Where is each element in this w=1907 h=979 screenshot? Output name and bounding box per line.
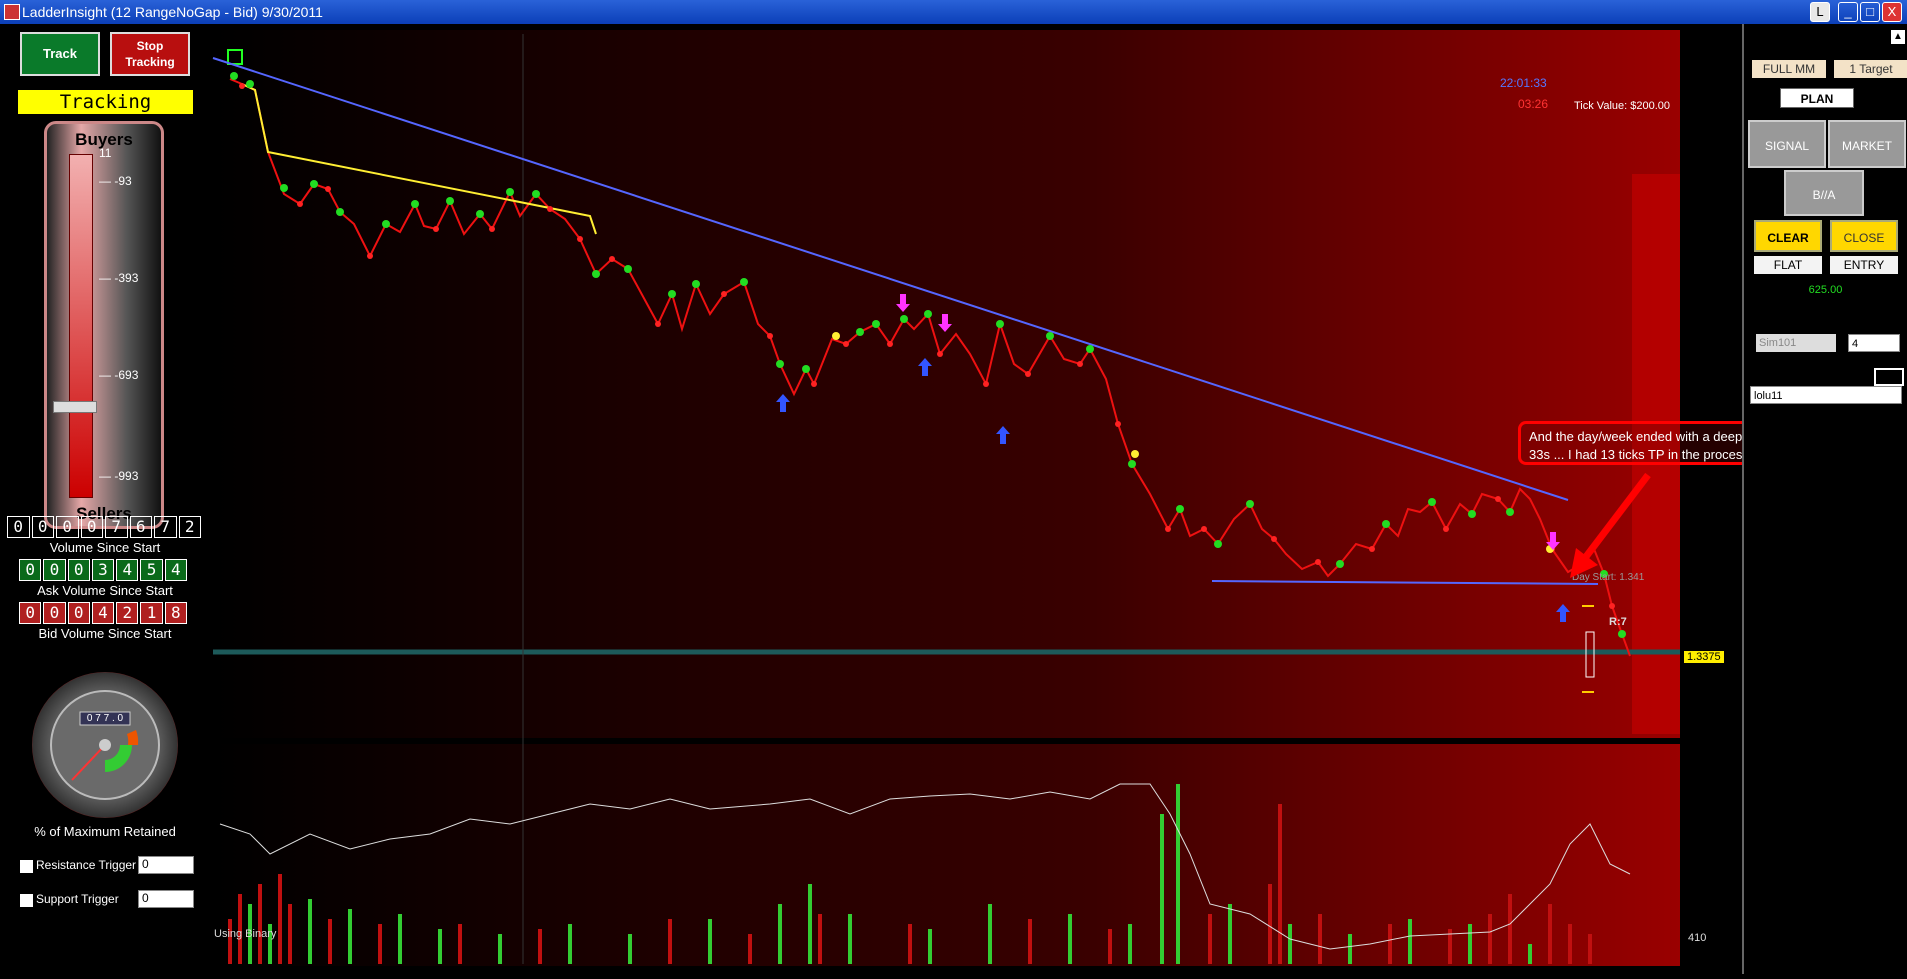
one-target-button[interactable]: 1 Target [1834,60,1907,78]
digit: 0 [56,516,79,538]
pnl-label: 625.00 [1808,284,1843,296]
app-icon [4,4,20,20]
maximize-button[interactable]: □ [1860,2,1880,22]
using-binary-label: Using Binary [214,928,277,940]
gauge-bar [69,154,93,498]
volume-scale-label: 410 [1688,932,1707,944]
minimize-button[interactable]: _ [1838,2,1858,22]
digit: 0 [7,516,30,538]
countdown-label: 03:26 [1518,97,1549,111]
retained-dial: 0 7 7 . 0 [32,672,178,818]
buyers-sellers-gauge: Buyers 11 — -93 — -393 — -693 — -993 Sel… [44,121,164,529]
clear-button[interactable]: CLEAR [1754,220,1822,252]
signal-button[interactable]: SIGNAL [1748,120,1826,168]
close-window-button[interactable]: X [1882,2,1902,22]
bid-volume-caption: Bid Volume Since Start [38,626,172,641]
l-button[interactable]: L [1810,2,1830,22]
stop-tracking-button[interactable]: Stop Tracking [110,32,190,76]
price-panel [213,30,1680,738]
digit: 0 [31,516,54,538]
dial-readout: 0 7 7 . 0 [86,713,124,724]
digit: 4 [91,602,115,624]
window-title: LadderInsight (12 RangeNoGap - Bid) 9/30… [22,4,323,20]
instrument-select[interactable]: lolu11 [1750,386,1902,404]
gauge-tick: — -993 [99,469,139,483]
bid-volume-counter: 0004218 [18,602,188,624]
digit: 8 [164,602,187,624]
clock-label: 22:01:33 [1500,76,1547,90]
price-chart [212,30,1680,966]
digit: 1 [140,602,163,624]
quantity-stepper[interactable]: 4 [1848,334,1900,352]
window-titlebar: LadderInsight (12 RangeNoGap - Bid) 9/30… [0,0,1907,24]
flat-button[interactable]: FLAT [1754,256,1822,274]
volume-panel [213,744,1680,966]
tick-value-label: Tick Value: $200.00 [1574,100,1671,112]
full-mm-button[interactable]: FULL MM [1752,60,1826,78]
chart-area: 22:01:33 03:26 Tick Value: $200.00 Day S… [210,24,1742,974]
dial-face [50,690,160,800]
digit: 6 [129,516,152,538]
window-toggle-icon[interactable] [1874,368,1904,386]
current-price-label: 1.3375 [1684,651,1724,663]
right-panel: ▲ FULL MM 1 Target PLAN SIGNAL MARKET B/… [1742,24,1907,974]
tracking-status: Tracking [18,90,193,114]
digit: 7 [105,516,128,538]
ask-volume-counter: 0003454 [18,559,188,581]
volume-caption: Volume Since Start [49,540,161,555]
digit: 7 [154,516,177,538]
resistance-trigger-input[interactable]: 0 [138,856,194,874]
gauge-tick: — -693 [99,368,139,382]
bva-button[interactable]: B//A [1784,170,1864,216]
digit: 4 [164,559,187,581]
digit: 5 [140,559,163,581]
digit: 4 [116,559,139,581]
digit: 2 [178,516,201,538]
gauge-slider-handle[interactable] [53,401,97,413]
gauge-tick: — -93 [99,174,132,188]
rank-label: R:7 [1609,616,1627,628]
support-trigger-checkbox[interactable] [20,894,33,907]
digit: 0 [19,559,42,581]
digit: 0 [43,602,66,624]
ask-volume-caption: Ask Volume Since Start [37,583,173,598]
close-position-button[interactable]: CLOSE [1830,220,1898,252]
digit: 0 [67,559,90,581]
digit: 0 [67,602,90,624]
plan-button[interactable]: PLAN [1780,88,1854,108]
track-button[interactable]: Track [20,32,100,76]
digit: 0 [19,602,42,624]
support-trigger-label: Support Trigger [36,892,119,906]
digit: 0 [43,559,66,581]
digit: 3 [91,559,115,581]
entry-button[interactable]: ENTRY [1830,256,1898,274]
annotation-arrow-icon [1570,472,1651,578]
scroll-up-icon[interactable]: ▲ [1891,30,1905,44]
dial-caption: % of Maximum Retained [34,824,176,839]
gauge-tick: — -393 [99,271,139,285]
resistance-trigger-checkbox[interactable] [20,860,33,873]
account-select[interactable]: Sim101 [1756,334,1836,352]
market-button[interactable]: MARKET [1828,120,1906,168]
digit: 0 [80,516,103,538]
gauge-tick: 11 [99,146,112,160]
digit: 2 [116,602,139,624]
support-trigger-input[interactable]: 0 [138,890,194,908]
volume-counter: 00007672 [6,516,202,538]
resistance-trigger-label: Resistance Trigger [36,858,137,872]
left-panel: Track Stop Tracking Tracking Buyers 11 —… [0,24,212,974]
